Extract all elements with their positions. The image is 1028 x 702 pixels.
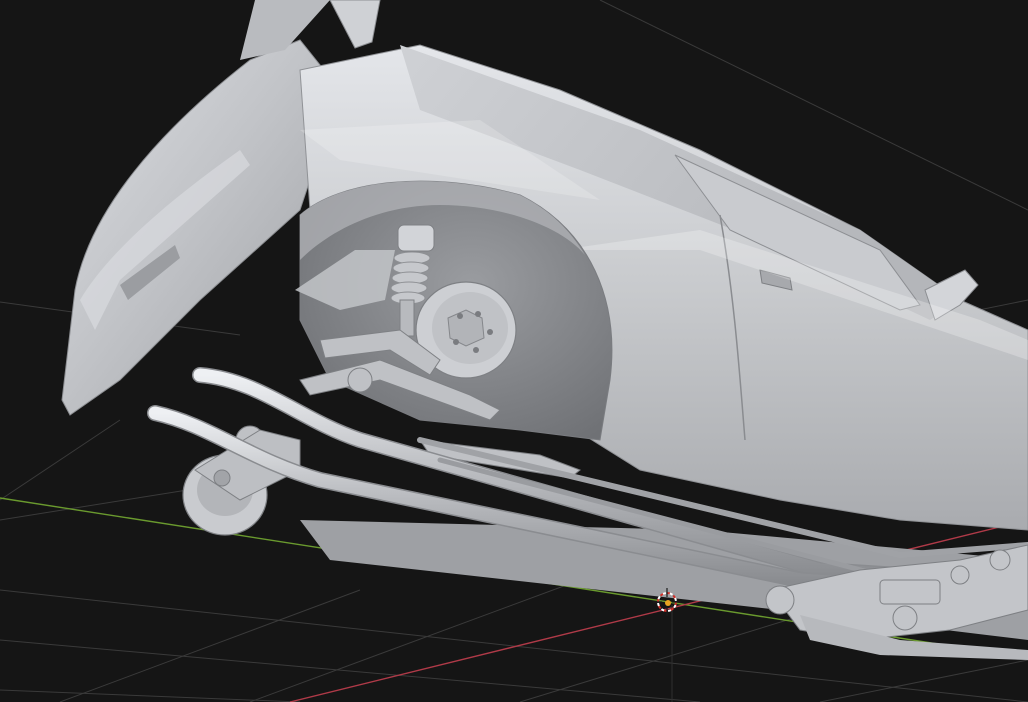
3d-viewport[interactable] — [0, 0, 1028, 702]
origin-point — [665, 600, 671, 606]
viewport-canvas[interactable] — [0, 0, 1028, 702]
